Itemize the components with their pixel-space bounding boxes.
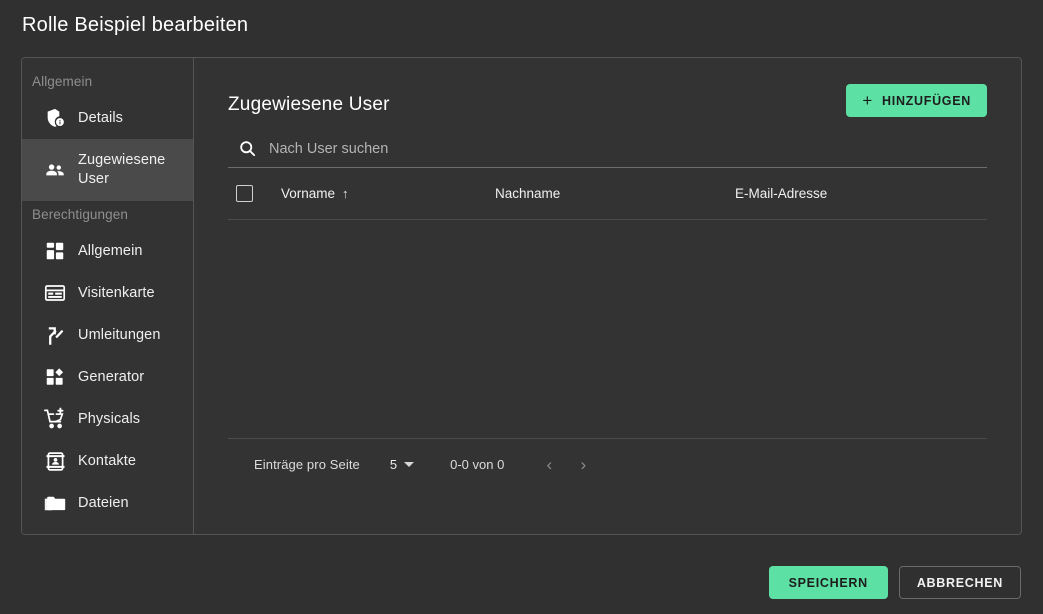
main-panel: Zugewiesene User + HINZUFÜGEN Nach User … (194, 58, 1021, 534)
sidebar-item-zugewiesene-user[interactable]: Zugewiesene User (22, 139, 193, 201)
sidebar-item-label: Kontakte (78, 452, 137, 469)
sidebar-item-visitenkarte[interactable]: Visitenkarte (22, 272, 193, 314)
previous-page-button[interactable]: ‹ (532, 448, 566, 482)
dashboard-grid-icon (32, 240, 78, 262)
sidebar-item-label: Visitenkarte (78, 284, 155, 301)
column-header-label: Vorname (281, 186, 336, 201)
cancel-button[interactable]: ABBRECHEN (898, 566, 1021, 599)
sidebar-item-generator[interactable]: Generator (22, 356, 193, 398)
business-card-icon (32, 281, 78, 305)
add-user-button-label: HINZUFÜGEN (882, 93, 971, 108)
plus-icon: + (862, 90, 874, 110)
redirect-fork-icon (32, 324, 78, 347)
main-title: Zugewiesene User (228, 94, 390, 115)
users-icon (32, 158, 78, 182)
sidebar-item-physicals[interactable]: Physicals (22, 398, 193, 440)
save-button[interactable]: SPEICHERN (768, 566, 888, 599)
sidebar-item-umleitungen[interactable]: Umleitungen (22, 314, 193, 356)
sidebar-item-label: Zugewiesene User (78, 152, 166, 187)
sidebar: Allgemein Details Zugewiesene User Berec… (22, 58, 194, 534)
search-icon (238, 139, 257, 158)
sidebar-item-kontakte[interactable]: Kontakte (22, 440, 193, 482)
chevron-down-icon (404, 462, 415, 467)
column-header-nachname[interactable]: Nachname (495, 186, 735, 201)
dialog-root: Rolle Beispiel bearbeiten Allgemein Deta… (0, 0, 1043, 614)
sidebar-item-allgemein[interactable]: Allgemein (22, 230, 193, 272)
main-header: Zugewiesene User + HINZUFÜGEN (228, 84, 987, 117)
column-header-vorname[interactable]: Vorname ↑ (281, 186, 495, 201)
page-size-value: 5 (389, 457, 398, 472)
paginator: Einträge pro Seite 5 0-0 von 0 ‹ › (228, 438, 987, 490)
folder-icon (32, 491, 78, 515)
sort-ascending-icon: ↑ (342, 186, 349, 201)
column-header-email[interactable]: E-Mail-Adresse (735, 186, 975, 201)
sidebar-item-label: Allgemein (78, 242, 143, 259)
pagination-range-label: 0-0 von 0 (450, 457, 505, 472)
page-title: Rolle Beispiel bearbeiten (22, 14, 249, 36)
sidebar-item-label: Physicals (78, 410, 141, 427)
sidebar-item-label: Umleitungen (78, 326, 161, 343)
page-size-select[interactable]: 5 (389, 457, 415, 472)
contact-card-icon (32, 450, 78, 473)
cart-plus-icon (32, 407, 78, 431)
items-per-page-label: Einträge pro Seite (254, 457, 360, 472)
table-body (228, 220, 987, 438)
sidebar-item-label: Dateien (78, 494, 129, 511)
search-row (228, 139, 987, 168)
dialog-actions: SPEICHERN ABBRECHEN (768, 566, 1021, 599)
select-all-checkbox[interactable] (236, 185, 253, 202)
sidebar-item-label: Generator (78, 368, 145, 385)
add-user-button[interactable]: + HINZUFÜGEN (846, 84, 987, 117)
sidebar-item-label: Details (78, 109, 124, 126)
generator-grid-icon (32, 366, 78, 388)
next-page-button[interactable]: › (566, 448, 600, 482)
sidebar-section-label-berechtigungen: Berechtigungen (32, 207, 128, 222)
search-input[interactable] (269, 140, 985, 157)
column-header-label: Nachname (495, 186, 561, 201)
sidebar-item-details[interactable]: Details (22, 97, 193, 139)
shield-info-icon (32, 107, 78, 129)
sidebar-item-dateien[interactable]: Dateien (22, 482, 193, 524)
column-header-label: E-Mail-Adresse (735, 186, 828, 201)
table-header-row: Vorname ↑ Nachname E-Mail-Adresse (228, 168, 987, 220)
settings-card: Allgemein Details Zugewiesene User Berec… (21, 57, 1022, 535)
sidebar-section-label-allgemein: Allgemein (32, 74, 93, 89)
